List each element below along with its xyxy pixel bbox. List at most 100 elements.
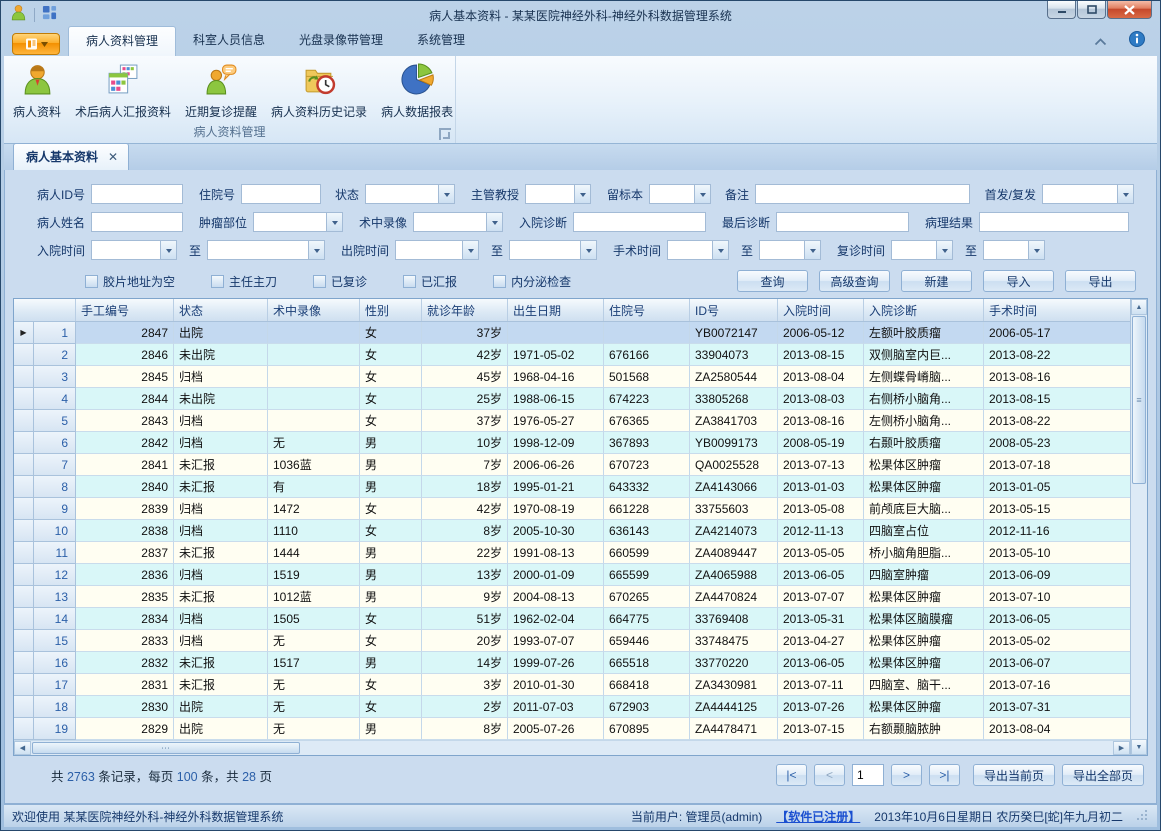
combo-dropdown-icon[interactable] — [160, 241, 176, 259]
table-row[interactable]: 22846未出院女42岁1971-05-02676166339040732013… — [14, 344, 1130, 366]
table-row[interactable]: 112837未汇报1444男22岁1991-08-13660599ZA40894… — [14, 542, 1130, 564]
action-button-5[interactable]: 导出 — [1065, 270, 1136, 292]
checkbox-icon[interactable] — [493, 275, 506, 288]
combo-dropdown-icon[interactable] — [1117, 185, 1133, 203]
application-menu-button[interactable] — [12, 33, 60, 55]
grid-column-header[interactable]: 出生日期 — [508, 299, 604, 321]
filter-combo[interactable] — [413, 212, 503, 232]
filter-combo[interactable] — [759, 240, 821, 260]
export-all-pages-button[interactable]: 导出全部页 — [1062, 764, 1144, 786]
maximize-button[interactable] — [1077, 1, 1106, 19]
filter-combo[interactable] — [395, 240, 479, 260]
action-button-2[interactable]: 高级查询 — [819, 270, 890, 292]
horizontal-scrollbar[interactable]: ◀ ⋯ ▶ — [14, 740, 1130, 755]
combo-dropdown-icon[interactable] — [486, 213, 502, 231]
ribbon-button-postop-report-calendar[interactable]: 术后病人汇报资料 — [68, 59, 178, 124]
grid-column-header[interactable]: 入院诊断 — [864, 299, 984, 321]
last-page-button[interactable]: >| — [929, 764, 960, 786]
prev-page-button[interactable]: < — [814, 764, 845, 786]
checkbox-option-3[interactable]: 已复诊 — [313, 273, 367, 290]
filter-input[interactable] — [91, 184, 183, 204]
table-row[interactable]: 182830出院无女2岁2011-07-03672903ZA4444125201… — [14, 696, 1130, 718]
filter-combo[interactable] — [525, 184, 591, 204]
table-row[interactable]: 172831未汇报无女3岁2010-01-30668418ZA343098120… — [14, 674, 1130, 696]
minimize-button[interactable] — [1047, 1, 1076, 19]
table-row[interactable]: 192829出院无男8岁2005-07-26670895ZA4478471201… — [14, 718, 1130, 740]
table-row[interactable]: 152833归档无女20岁1993-07-0765944633748475201… — [14, 630, 1130, 652]
ribbon-button-history-folder-clock[interactable]: 病人资料历史记录 — [264, 59, 374, 124]
scroll-left-icon[interactable]: ◀ — [14, 741, 31, 755]
table-row[interactable]: 82840未汇报有男18岁1995-01-21643332ZA414306620… — [14, 476, 1130, 498]
table-row[interactable]: 52843归档女37岁1976-05-27676365ZA38417032013… — [14, 410, 1130, 432]
ribbon-tab-1[interactable]: 病人资料管理 — [68, 26, 176, 56]
filter-combo[interactable] — [509, 240, 597, 260]
group-dialog-launcher-icon[interactable] — [439, 128, 451, 140]
first-page-button[interactable]: |< — [776, 764, 807, 786]
ribbon-button-data-report-pie[interactable]: 病人数据报表 — [374, 59, 460, 124]
table-row[interactable]: 62842归档无男10岁1998-12-09367893YB0099173200… — [14, 432, 1130, 454]
ribbon-button-revisit-reminder-chat[interactable]: 近期复诊提醒 — [178, 59, 264, 124]
filter-input[interactable] — [91, 212, 183, 232]
quick-access-layout-icon[interactable] — [42, 5, 57, 25]
table-row[interactable]: 142834归档1505女51岁1962-02-0466477533769408… — [14, 608, 1130, 630]
checkbox-option-1[interactable]: 胶片地址为空 — [85, 273, 175, 290]
checkbox-icon[interactable] — [211, 275, 224, 288]
table-row[interactable]: 32845归档女45岁1968-04-16501568ZA25805442013… — [14, 366, 1130, 388]
scroll-up-icon[interactable]: ▲ — [1131, 299, 1147, 315]
filter-combo[interactable] — [667, 240, 729, 260]
checkbox-icon[interactable] — [403, 275, 416, 288]
ribbon-tab-2[interactable]: 科室人员信息 — [176, 26, 282, 56]
filter-combo[interactable] — [91, 240, 177, 260]
grid-column-header[interactable]: 手术时间 — [984, 299, 1134, 321]
scroll-right-icon[interactable]: ▶ — [1113, 741, 1130, 755]
checkbox-option-2[interactable]: 主任主刀 — [211, 273, 277, 290]
combo-dropdown-icon[interactable] — [694, 185, 710, 203]
ribbon-tab-3[interactable]: 光盘录像带管理 — [282, 26, 400, 56]
page-number-input[interactable] — [852, 764, 884, 786]
combo-dropdown-icon[interactable] — [804, 241, 820, 259]
document-tab-patient-basic-info[interactable]: 病人基本资料 ✕ — [13, 143, 129, 170]
collapse-ribbon-icon[interactable] — [1094, 33, 1107, 51]
grid-column-header[interactable]: 性别 — [360, 299, 422, 321]
table-row[interactable]: 122836归档1519男13岁2000-01-09665599ZA406598… — [14, 564, 1130, 586]
resize-grip-icon[interactable] — [1137, 810, 1149, 822]
grid-column-header[interactable]: 状态 — [174, 299, 268, 321]
horizontal-scroll-thumb[interactable]: ⋯ — [32, 742, 300, 754]
filter-input[interactable] — [979, 212, 1129, 232]
filter-input[interactable] — [573, 212, 706, 232]
ribbon-button-patient-person[interactable]: 病人资料 — [6, 59, 68, 124]
grid-column-header[interactable]: 入院时间 — [778, 299, 864, 321]
combo-dropdown-icon[interactable] — [574, 185, 590, 203]
filter-combo[interactable] — [983, 240, 1045, 260]
filter-input[interactable] — [241, 184, 321, 204]
table-row[interactable]: 102838归档1110女8岁2005-10-30636143ZA4214073… — [14, 520, 1130, 542]
table-row[interactable]: 162832未汇报1517男14岁1999-07-266655183377022… — [14, 652, 1130, 674]
combo-dropdown-icon[interactable] — [308, 241, 324, 259]
checkbox-option-5[interactable]: 内分泌检查 — [493, 273, 571, 290]
document-tab-close-icon[interactable]: ✕ — [108, 152, 118, 162]
combo-dropdown-icon[interactable] — [580, 241, 596, 259]
filter-combo[interactable] — [649, 184, 711, 204]
help-info-icon[interactable] — [1129, 31, 1145, 52]
filter-combo[interactable] — [891, 240, 953, 260]
action-button-4[interactable]: 导入 — [983, 270, 1054, 292]
checkbox-icon[interactable] — [85, 275, 98, 288]
combo-dropdown-icon[interactable] — [712, 241, 728, 259]
table-row[interactable]: 72841未汇报1036蓝男7岁2006-06-26670723QA002552… — [14, 454, 1130, 476]
combo-dropdown-icon[interactable] — [1028, 241, 1044, 259]
grid-column-header[interactable]: 就诊年龄 — [422, 299, 508, 321]
filter-combo[interactable] — [207, 240, 325, 260]
scroll-down-icon[interactable]: ▼ — [1131, 739, 1147, 755]
ribbon-tab-4[interactable]: 系统管理 — [400, 26, 482, 56]
vertical-scroll-thumb[interactable]: ≡ — [1132, 316, 1146, 484]
table-row[interactable]: 42844未出院女25岁1988-06-15674223338052682013… — [14, 388, 1130, 410]
action-button-3[interactable]: 新建 — [901, 270, 972, 292]
grid-column-header[interactable]: ID号 — [690, 299, 778, 321]
combo-dropdown-icon[interactable] — [326, 213, 342, 231]
table-row[interactable]: ▶12847出院女37岁YB00721472006-05-12左额叶胶质瘤200… — [14, 322, 1130, 344]
combo-dropdown-icon[interactable] — [936, 241, 952, 259]
grid-column-header[interactable]: 住院号 — [604, 299, 690, 321]
export-current-page-button[interactable]: 导出当前页 — [973, 764, 1055, 786]
table-row[interactable]: 132835未汇报1012蓝男9岁2004-08-13670265ZA44708… — [14, 586, 1130, 608]
filter-combo[interactable] — [365, 184, 455, 204]
